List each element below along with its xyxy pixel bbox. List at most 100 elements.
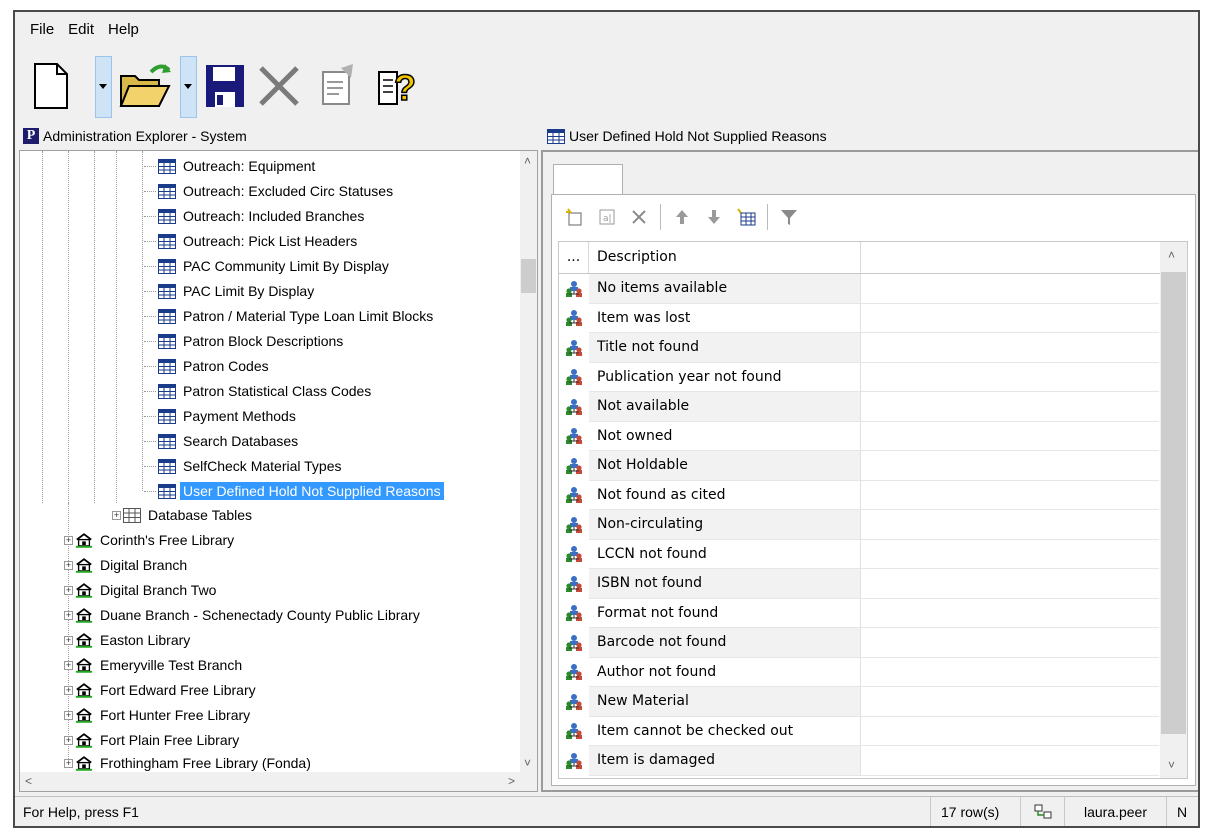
table-row[interactable]: No items available (559, 274, 1159, 304)
tree-item[interactable]: PAC Limit By Display (144, 279, 317, 303)
tree-item-branch[interactable]: + Fort Plain Free Library (64, 728, 242, 752)
move-up-icon[interactable] (671, 206, 693, 228)
properties-icon[interactable] (315, 58, 359, 112)
tree-item-branch[interactable]: + Corinth's Free Library (64, 528, 237, 552)
reasons-grid[interactable]: ... Description No items available Item … (558, 241, 1188, 779)
table-row[interactable]: Non-circulating (559, 510, 1159, 540)
expand-icon[interactable]: + (64, 635, 73, 645)
table-row[interactable]: Format not found (559, 598, 1159, 628)
table-row[interactable]: New Material (559, 687, 1159, 717)
expand-icon[interactable]: + (64, 585, 73, 595)
table-row[interactable]: ISBN not found (559, 569, 1159, 599)
move-down-icon[interactable] (703, 206, 725, 228)
explorer-tree[interactable]: Outreach: Equipment Outreach: Excluded C… (19, 150, 538, 792)
tree-vertical-scrollbar[interactable]: ˄ ˅ (520, 151, 537, 774)
table-icon (158, 433, 176, 449)
new-dropdown-arrow[interactable] (95, 56, 112, 118)
expand-icon[interactable]: + (64, 735, 73, 745)
table-icon (547, 128, 565, 144)
scroll-down-icon[interactable]: ˅ (1168, 758, 1175, 772)
table-row[interactable]: Item cannot be checked out (559, 716, 1159, 746)
tab-general[interactable] (553, 164, 623, 195)
library-building-icon (75, 755, 93, 771)
tree-guide-line (42, 151, 43, 503)
tree-item[interactable]: Patron Statistical Class Codes (144, 379, 374, 403)
open-dropdown-arrow[interactable] (180, 56, 197, 118)
scroll-thumb[interactable] (1161, 272, 1186, 734)
expand-icon[interactable]: + (64, 660, 73, 670)
tree-item[interactable]: Outreach: Pick List Headers (144, 229, 360, 253)
edit-row-icon[interactable]: a| (596, 206, 618, 228)
grid-properties-icon[interactable] (735, 206, 757, 228)
scroll-left-icon[interactable]: < (25, 774, 32, 788)
table-row[interactable]: Author not found (559, 657, 1159, 687)
description-column-header[interactable]: Description (589, 242, 861, 273)
tree-item[interactable]: PAC Community Limit By Display (144, 254, 392, 278)
tree-item-branch[interactable]: + Digital Branch Two (64, 578, 219, 602)
tree-item-branch[interactable]: + Emeryville Test Branch (64, 653, 245, 677)
row-selector-header[interactable]: ... (559, 242, 589, 273)
tree-guide-line (94, 151, 95, 503)
tree-item[interactable]: Outreach: Included Branches (144, 204, 367, 228)
table-row[interactable]: Barcode not found (559, 628, 1159, 658)
new-document-icon[interactable] (31, 58, 71, 112)
delete-x-icon[interactable] (255, 58, 303, 112)
tree-item[interactable]: Patron Codes (144, 354, 272, 378)
users-group-icon (566, 310, 582, 327)
tree-item-branch[interactable]: + Duane Branch - Schenectady County Publi… (64, 603, 423, 627)
tree-item[interactable]: Outreach: Equipment (144, 154, 318, 178)
help-icon[interactable]: ? (375, 58, 429, 112)
expand-icon[interactable]: + (64, 560, 73, 570)
expand-icon[interactable]: + (64, 610, 73, 620)
new-row-icon[interactable] (564, 206, 586, 228)
users-group-icon (566, 339, 582, 356)
tree-item-database-tables[interactable]: + Database Tables (112, 503, 255, 527)
scroll-down-icon[interactable]: ˅ (524, 756, 531, 770)
tree-item[interactable]: Patron Block Descriptions (144, 329, 346, 353)
save-disk-icon[interactable] (203, 58, 247, 112)
expand-icon[interactable]: + (64, 758, 73, 768)
table-row[interactable]: Title not found (559, 333, 1159, 363)
filter-icon[interactable] (778, 206, 800, 228)
database-table-icon (123, 507, 141, 523)
tree-item[interactable]: Search Databases (144, 429, 301, 453)
table-row[interactable]: LCCN not found (559, 539, 1159, 569)
library-building-icon (75, 532, 93, 548)
table-icon (158, 283, 176, 299)
table-icon (158, 333, 176, 349)
table-row[interactable]: Not Holdable (559, 451, 1159, 481)
table-row[interactable]: Not available (559, 392, 1159, 422)
tree-item[interactable]: Patron / Material Type Loan Limit Blocks (144, 304, 436, 328)
table-icon (158, 458, 176, 474)
table-row[interactable]: Publication year not found (559, 362, 1159, 392)
expand-icon[interactable]: + (64, 535, 73, 545)
menu-help[interactable]: Help (101, 21, 146, 38)
menu-edit[interactable]: Edit (61, 21, 101, 38)
expand-icon[interactable]: + (64, 710, 73, 720)
tree-item[interactable]: SelfCheck Material Types (144, 454, 344, 478)
scroll-up-icon[interactable]: ˄ (524, 154, 531, 168)
tree-item[interactable]: Outreach: Excluded Circ Statuses (144, 179, 396, 203)
tree-item-branch[interactable]: + Easton Library (64, 628, 193, 652)
grid-vertical-scrollbar[interactable]: ˄ ˅ (1160, 242, 1187, 778)
scroll-up-icon[interactable]: ˄ (1168, 248, 1175, 262)
tree-item-branch[interactable]: + Fort Hunter Free Library (64, 703, 253, 727)
open-folder-icon[interactable] (115, 58, 175, 112)
tree-horizontal-scrollbar[interactable]: < > (20, 772, 537, 791)
scroll-right-icon[interactable]: > (508, 774, 515, 788)
table-row[interactable]: Not found as cited (559, 480, 1159, 510)
table-row[interactable]: Item was lost (559, 303, 1159, 333)
tree-item-branch[interactable]: + Digital Branch (64, 553, 190, 577)
expand-icon[interactable]: + (64, 685, 73, 695)
delete-row-icon[interactable] (628, 206, 650, 228)
tree-item[interactable]: Payment Methods (144, 404, 299, 428)
expand-icon[interactable]: + (112, 510, 121, 520)
scroll-thumb[interactable] (521, 259, 536, 293)
table-row[interactable]: Not owned (559, 421, 1159, 451)
tree-item-selected[interactable]: User Defined Hold Not Supplied Reasons (144, 479, 444, 503)
tree-item-branch[interactable]: + Fort Edward Free Library (64, 678, 259, 702)
toolbar-separator (660, 204, 661, 230)
left-pane-title: Administration Explorer - System (43, 128, 247, 144)
menu-file[interactable]: File (23, 21, 61, 38)
table-row[interactable]: Item is damaged (559, 746, 1159, 776)
